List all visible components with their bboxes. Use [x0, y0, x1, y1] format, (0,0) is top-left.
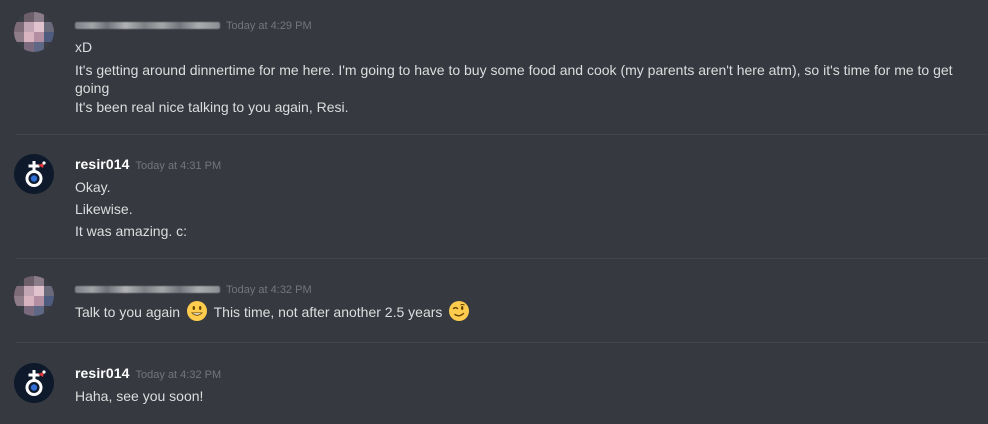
message-text: Likewise.	[75, 201, 133, 217]
smiley-emoji-icon[interactable]	[186, 300, 208, 322]
user-avatar-resir014[interactable]	[14, 154, 54, 194]
message-text: xD	[75, 39, 93, 55]
message-text: Talk to you again This time, not after a…	[75, 300, 975, 322]
message-timestamp[interactable]: Today at 4:32 PM	[136, 369, 222, 381]
user-avatar-pixelated[interactable]	[14, 276, 54, 316]
message-timestamp[interactable]: Today at 4:31 PM	[136, 160, 222, 172]
resir-logo-icon	[14, 154, 54, 194]
message-text-part: This time, not after another 2.5 years	[213, 304, 443, 320]
username[interactable]: resir014	[75, 156, 130, 172]
username-obscured[interactable]	[75, 22, 220, 29]
message-header: resir014 Today at 4:31 PM	[75, 156, 221, 174]
message-divider	[16, 134, 988, 135]
message-text: It was amazing. c:	[75, 223, 188, 239]
message-timestamp[interactable]: Today at 4:32 PM	[226, 284, 312, 296]
chat-messages: Today at 4:29 PM xD It's getting around …	[0, 0, 988, 424]
wink-emoji-icon[interactable]	[448, 300, 470, 322]
message-timestamp[interactable]: Today at 4:29 PM	[226, 20, 312, 32]
message-text: Haha, see you soon!	[75, 388, 204, 404]
message-header: resir014 Today at 4:32 PM	[75, 365, 221, 383]
message-divider	[16, 342, 988, 343]
message-header: Today at 4:29 PM	[75, 17, 312, 35]
message-text: Okay.	[75, 179, 111, 195]
message-text-part: Talk to you again	[75, 304, 181, 320]
message-header: Today at 4:32 PM	[75, 281, 312, 299]
user-avatar-resir014[interactable]	[14, 363, 54, 403]
username-obscured[interactable]	[75, 286, 220, 293]
resir-logo-icon	[14, 363, 54, 403]
message-divider	[16, 258, 988, 259]
username[interactable]: resir014	[75, 365, 130, 381]
user-avatar-pixelated[interactable]	[14, 12, 54, 52]
message-text: It's been real nice talking to you again…	[75, 99, 349, 115]
message-text: It's getting around dinnertime for me he…	[75, 62, 953, 96]
